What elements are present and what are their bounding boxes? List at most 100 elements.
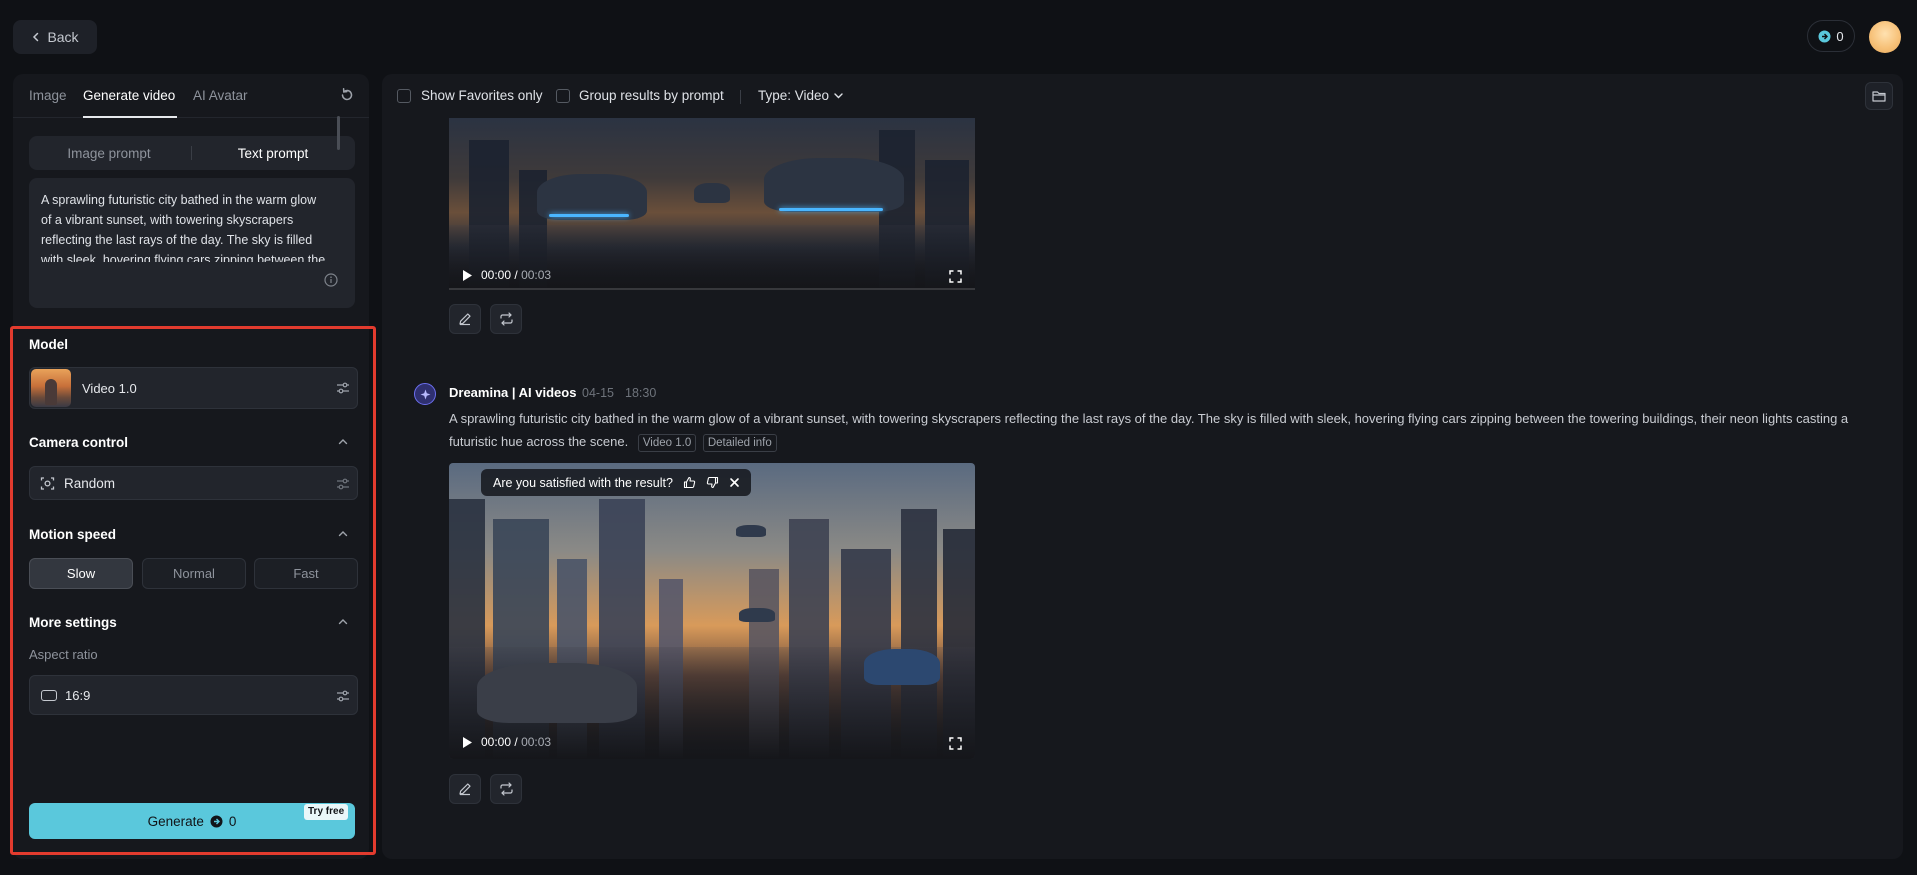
chevron-up-icon[interactable] — [337, 436, 349, 448]
video-time: 00:00 / 00:03 — [481, 268, 552, 282]
edit-button[interactable] — [449, 304, 481, 334]
prompt-textarea[interactable]: A sprawling futuristic city bathed in th… — [29, 178, 355, 308]
aspect-ratio-value: 16:9 — [65, 688, 91, 703]
pencil-icon — [458, 782, 472, 796]
thumbs-down-icon[interactable] — [706, 476, 719, 489]
try-free-badge: Try free — [304, 804, 349, 820]
flying-car — [739, 608, 775, 622]
chevron-up-icon[interactable] — [337, 528, 349, 540]
credit-coin-icon — [210, 815, 223, 828]
camera-control-title: Camera control — [29, 435, 129, 450]
speed-normal-button[interactable]: Normal — [142, 558, 246, 589]
star-icon — [420, 389, 431, 400]
model-selector[interactable]: Video 1.0 — [29, 367, 358, 409]
chevron-up-icon[interactable] — [337, 616, 349, 628]
repeat-icon — [499, 312, 514, 326]
car-light — [549, 214, 629, 217]
generate-cost: 0 — [228, 813, 237, 829]
flying-car — [764, 158, 904, 212]
feedback-popup: Are you satisfied with the result? — [481, 469, 751, 496]
video-progress-bar[interactable] — [449, 288, 975, 290]
sliders-icon — [336, 477, 350, 491]
tab-generate-video[interactable]: Generate video — [83, 88, 175, 103]
flying-car — [694, 183, 730, 203]
aspect-ratio-selector[interactable]: 16:9 — [29, 675, 358, 715]
group-label: Group results by prompt — [579, 88, 724, 103]
results-toolbar: Show Favorites only Group results by pro… — [382, 74, 1903, 118]
folder-button[interactable] — [1865, 82, 1893, 110]
motion-speed-title: Motion speed — [29, 527, 116, 542]
back-button[interactable]: Back — [13, 20, 97, 54]
results-panel: Show Favorites only Group results by pro… — [382, 74, 1903, 859]
speed-slow-button[interactable]: Slow — [29, 558, 133, 589]
prompt-type-switch: Image prompt Text prompt — [29, 136, 355, 170]
play-icon[interactable] — [461, 736, 473, 749]
flying-car — [736, 525, 766, 537]
image-prompt-option[interactable]: Image prompt — [33, 136, 185, 170]
model-tag: Video 1.0 — [637, 434, 697, 452]
text-prompt-option[interactable]: Text prompt — [195, 136, 351, 170]
video-controls: 00:00 / 00:03 — [461, 268, 551, 282]
message-author: Dreamina | AI videos — [449, 385, 577, 400]
reset-icon[interactable] — [339, 87, 355, 103]
tab-image[interactable]: Image — [29, 88, 67, 103]
more-settings-title: More settings — [29, 615, 117, 630]
model-title: Model — [29, 337, 68, 352]
mode-tabs: Image Generate video AI Avatar — [13, 74, 369, 118]
chevron-down-icon — [833, 90, 844, 101]
car-light — [779, 208, 883, 211]
generate-label: Generate — [147, 813, 204, 829]
sliders-icon — [336, 381, 350, 395]
favorites-label: Show Favorites only — [421, 88, 543, 103]
info-icon[interactable] — [324, 273, 338, 287]
user-avatar[interactable] — [1869, 21, 1901, 53]
active-tab-indicator — [83, 116, 177, 118]
repeat-icon — [499, 782, 514, 796]
prompt-text: A sprawling futuristic city bathed in th… — [41, 193, 326, 262]
feedback-question: Are you satisfied with the result? — [493, 475, 673, 490]
aspect-ratio-label: Aspect ratio — [29, 647, 98, 662]
video-time: 00:00 / 00:03 — [481, 735, 552, 749]
dreamina-avatar — [414, 383, 436, 405]
video-player-2[interactable]: 00:00 / 00:03 — [449, 463, 975, 759]
chevron-left-icon — [31, 32, 41, 42]
credits-badge[interactable]: 0 — [1807, 20, 1855, 52]
message-prompt: A sprawling futuristic city bathed in th… — [449, 407, 1899, 453]
speed-fast-button[interactable]: Fast — [254, 558, 358, 589]
group-checkbox[interactable] — [556, 89, 570, 103]
prompt-switch-divider — [191, 146, 192, 160]
toolbar-divider — [740, 90, 741, 104]
sports-car — [477, 663, 637, 723]
message-time: 18:30 — [625, 386, 657, 400]
camera-control-value: Random — [64, 476, 116, 491]
favorites-checkbox[interactable] — [397, 89, 411, 103]
prompt-scrollbar[interactable] — [337, 116, 340, 150]
pencil-icon — [458, 312, 472, 326]
flying-car — [864, 649, 940, 685]
credit-coin-icon — [1818, 30, 1831, 43]
message-date: 04-15 — [582, 386, 614, 400]
thumbs-up-icon[interactable] — [683, 476, 696, 489]
type-label: Type: Video — [758, 88, 830, 103]
regenerate-button[interactable] — [490, 304, 522, 334]
video-controls: 00:00 / 00:03 — [461, 735, 551, 749]
camera-focus-icon — [40, 476, 55, 491]
fullscreen-icon[interactable] — [949, 737, 962, 750]
credits-count: 0 — [1836, 28, 1844, 44]
video-player-1[interactable]: 00:00 / 00:03 — [449, 118, 975, 290]
detailed-info-link[interactable]: Detailed info — [702, 434, 777, 452]
sliders-icon — [336, 689, 350, 703]
camera-control-selector[interactable]: Random — [29, 466, 358, 500]
fullscreen-icon[interactable] — [949, 270, 962, 283]
tab-ai-avatar[interactable]: AI Avatar — [193, 88, 248, 103]
type-dropdown[interactable]: Type: Video — [758, 88, 844, 103]
folder-icon — [1872, 90, 1886, 102]
edit-button[interactable] — [449, 774, 481, 804]
model-value: Video 1.0 — [82, 381, 137, 396]
play-icon[interactable] — [461, 269, 473, 282]
aspect-ratio-icon — [41, 690, 57, 701]
regenerate-button[interactable] — [490, 774, 522, 804]
close-icon[interactable] — [729, 477, 740, 488]
back-label: Back — [47, 29, 79, 45]
model-thumbnail — [31, 369, 71, 407]
